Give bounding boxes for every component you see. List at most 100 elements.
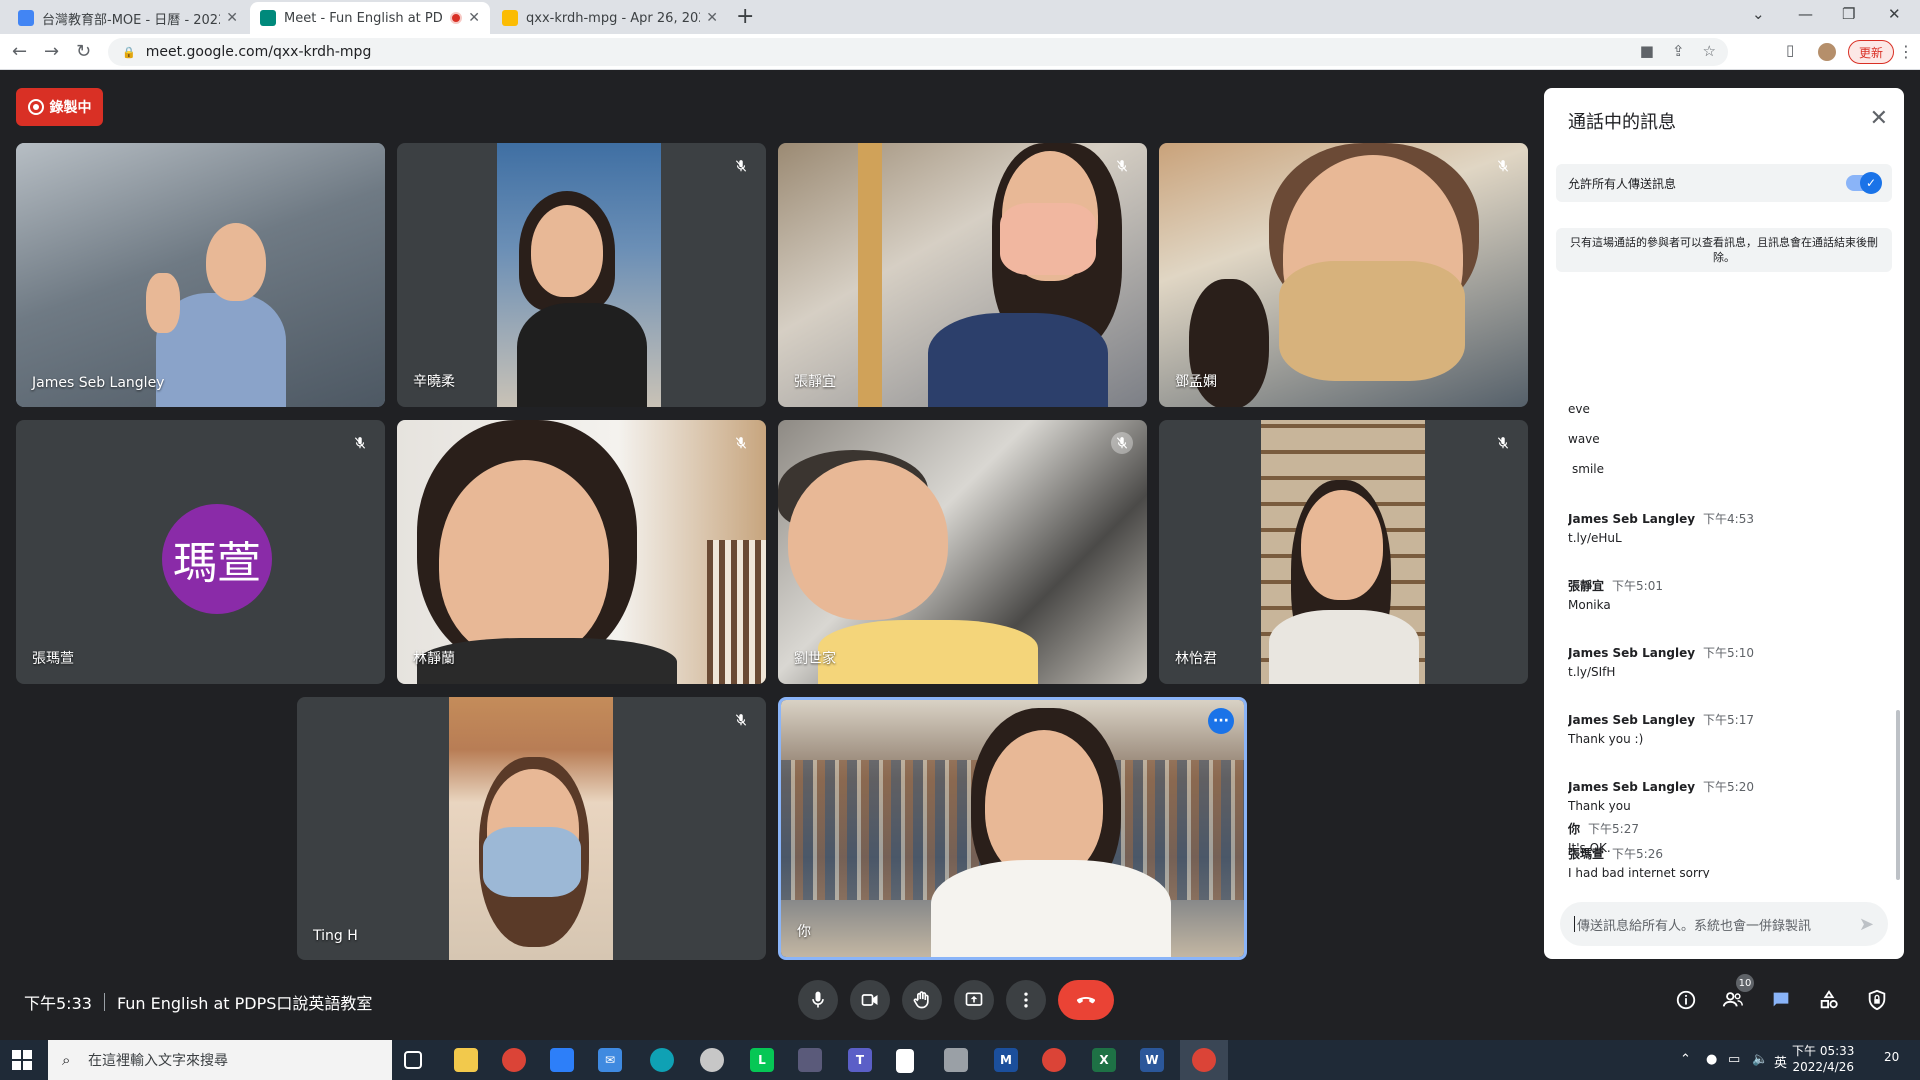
- taskbar-search-box[interactable]: ⌕ 在這裡輸入文字來搜尋: [48, 1040, 392, 1080]
- restore-button[interactable]: ❐: [1842, 5, 1855, 23]
- raise-hand-button[interactable]: [902, 980, 942, 1020]
- chat-message: James Seb Langley 下午5:17 Thank you :): [1568, 711, 1878, 746]
- participant-tile-8[interactable]: 林怡君: [1159, 420, 1528, 684]
- participant-tile-5[interactable]: 瑪萱 張瑪萱: [16, 420, 385, 684]
- message-line: eve: [1568, 402, 1590, 416]
- participant-tile-6[interactable]: 林靜蘭: [397, 420, 766, 684]
- message-text: It's OK.: [1568, 841, 1611, 855]
- camera-permission-icon[interactable]: ■: [1640, 42, 1654, 60]
- more-options-button[interactable]: [1006, 980, 1046, 1020]
- share-icon[interactable]: ⇪: [1672, 42, 1685, 60]
- chat-message-input[interactable]: 傳送訊息給所有人。系統也會一併錄製訊 ➤: [1560, 902, 1888, 946]
- message-sender: James Seb Langley: [1568, 512, 1696, 526]
- task-view-icon[interactable]: [404, 1051, 422, 1069]
- close-window-button[interactable]: ✕: [1888, 5, 1901, 23]
- tab-meet[interactable]: Meet - Fun English at PDPS ✕: [250, 2, 490, 34]
- address-bar-row: ← → ↻ 🔒 meet.google.com/qxx-krdh-mpg ■ ⇪…: [0, 34, 1920, 70]
- drive-favicon-icon: [502, 10, 518, 26]
- back-button[interactable]: ←: [12, 41, 27, 62]
- checkmark-icon: ✓: [1860, 172, 1882, 194]
- input-language[interactable]: 英: [1774, 1052, 1787, 1071]
- muted-mic-icon: [1492, 432, 1514, 454]
- chat-button[interactable]: [1768, 987, 1794, 1013]
- app-icon[interactable]: [798, 1048, 822, 1072]
- message-sender: James Seb Langley: [1568, 780, 1696, 794]
- close-icon[interactable]: ✕: [1870, 106, 1888, 131]
- tab-drive[interactable]: qxx-krdh-mpg - Apr 26, 2022 - ✕: [492, 2, 728, 34]
- more-options-icon[interactable]: ···: [1208, 708, 1234, 734]
- url-field[interactable]: 🔒 meet.google.com/qxx-krdh-mpg ■ ⇪ ☆: [108, 38, 1728, 66]
- windows-taskbar: ⌕ 在這裡輸入文字來搜尋 ✉ L T M X W ⌃ ● ▭ 🔈 英 下午 05…: [0, 1040, 1920, 1080]
- activities-button[interactable]: [1816, 987, 1842, 1013]
- search-icon: ⌕: [62, 1051, 71, 1069]
- message-sender: 你: [1568, 822, 1581, 836]
- volume-icon[interactable]: 🔈: [1752, 1052, 1768, 1067]
- word-icon[interactable]: W: [1140, 1048, 1164, 1072]
- message-time: 下午5:27: [1588, 822, 1639, 836]
- leave-call-button[interactable]: [1058, 980, 1114, 1020]
- tab-title: Meet - Fun English at PDPS: [284, 10, 445, 26]
- chat-scrollbar[interactable]: [1896, 710, 1900, 880]
- browser-menu-icon[interactable]: ⋮: [1898, 42, 1914, 61]
- taskbar-clock[interactable]: 下午 05:33 2022/4/26: [1792, 1043, 1854, 1075]
- profile-avatar[interactable]: [1816, 41, 1838, 63]
- side-panel-icon[interactable]: ▯: [1786, 41, 1794, 59]
- teams-icon[interactable]: T: [848, 1048, 872, 1072]
- participant-tile-4[interactable]: 鄧孟嫻: [1159, 143, 1528, 407]
- message-time: 下午5:01: [1612, 579, 1663, 593]
- file-explorer-icon[interactable]: [454, 1048, 478, 1072]
- send-icon[interactable]: ➤: [1859, 914, 1874, 935]
- mail-icon[interactable]: ✉: [598, 1048, 622, 1072]
- participant-avatar: 瑪萱: [162, 504, 272, 614]
- line-icon[interactable]: L: [750, 1048, 774, 1072]
- allow-messages-toggle[interactable]: ✓: [1846, 172, 1882, 194]
- participant-count-badge: 10: [1736, 974, 1754, 992]
- chrome-icon[interactable]: [1042, 1048, 1066, 1072]
- tab-search-icon[interactable]: ⌄: [1752, 5, 1765, 23]
- tab-calendar[interactable]: 台灣教育部-MOE - 日曆 - 2022年 ✕: [8, 2, 248, 34]
- excel-icon[interactable]: X: [1092, 1048, 1116, 1072]
- microphone-tray-icon[interactable]: ●: [1706, 1052, 1717, 1067]
- forward-button[interactable]: →: [44, 41, 59, 62]
- minimize-button[interactable]: —: [1798, 5, 1813, 23]
- notification-center-icon[interactable]: 20: [1884, 1050, 1899, 1064]
- reload-button[interactable]: ↻: [76, 41, 91, 62]
- chrome-active-icon[interactable]: [1192, 1048, 1216, 1072]
- chat-notice: 只有這場通話的參與者可以查看訊息，且訊息會在通話結束後刪除。: [1556, 228, 1892, 272]
- camera-button[interactable]: [850, 980, 890, 1020]
- participant-name: 劉世家: [794, 651, 836, 667]
- app-icon[interactable]: [700, 1048, 724, 1072]
- chrome-icon[interactable]: [502, 1048, 526, 1072]
- recording-label: 錄製中: [49, 100, 92, 116]
- participant-tile-james[interactable]: James Seb Langley: [16, 143, 385, 407]
- edge-icon[interactable]: [650, 1048, 674, 1072]
- network-icon[interactable]: ▭: [1728, 1052, 1740, 1067]
- host-controls-button[interactable]: [1864, 987, 1890, 1013]
- new-tab-button[interactable]: +: [736, 4, 754, 29]
- people-icon: [1722, 992, 1743, 1007]
- participant-tile-2[interactable]: 辛曉柔: [397, 143, 766, 407]
- meeting-time: 下午5:33: [24, 994, 92, 1013]
- app-icon[interactable]: M: [994, 1048, 1018, 1072]
- close-tab-icon[interactable]: ✕: [226, 10, 238, 26]
- chat-input-placeholder: 傳送訊息給所有人。系統也會一併錄製訊: [1577, 918, 1812, 934]
- app-icon[interactable]: [944, 1048, 968, 1072]
- notepad-icon[interactable]: [896, 1049, 914, 1073]
- self-video-tile[interactable]: ··· 你: [778, 697, 1247, 960]
- meeting-details-button[interactable]: [1673, 987, 1699, 1013]
- end-call-icon: [1076, 997, 1096, 1004]
- recording-badge[interactable]: 錄製中: [16, 88, 103, 126]
- store-icon[interactable]: [550, 1048, 574, 1072]
- windows-start-icon[interactable]: [12, 1050, 32, 1070]
- bookmark-star-icon[interactable]: ☆: [1703, 42, 1716, 60]
- close-tab-icon[interactable]: ✕: [468, 10, 480, 26]
- participant-tile-9[interactable]: Ting H: [297, 697, 766, 960]
- close-tab-icon[interactable]: ✕: [706, 10, 718, 26]
- microphone-button[interactable]: [798, 980, 838, 1020]
- participant-tile-7[interactable]: 劉世家: [778, 420, 1147, 684]
- in-call-messages-panel: 通話中的訊息 ✕ 允許所有人傳送訊息 ✓ 只有這場通話的參與者可以查看訊息，且訊…: [1544, 88, 1904, 959]
- participant-tile-3[interactable]: 張靜宜: [778, 143, 1147, 407]
- update-button[interactable]: 更新: [1848, 40, 1895, 64]
- tray-chevron-icon[interactable]: ⌃: [1680, 1052, 1691, 1067]
- present-screen-button[interactable]: [954, 980, 994, 1020]
